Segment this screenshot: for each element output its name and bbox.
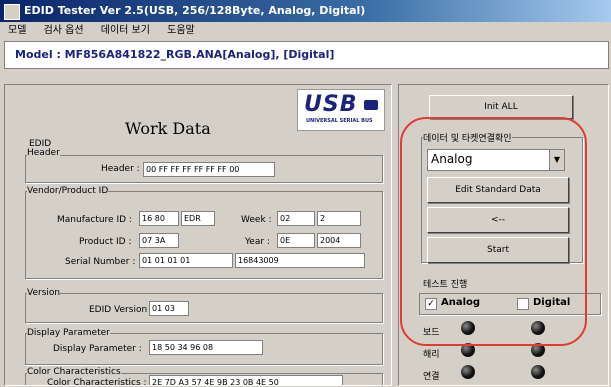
edid-version-field[interactable]: 01 03 <box>149 301 189 316</box>
week-label: Week : <box>241 215 272 225</box>
year-value-field[interactable]: 2004 <box>317 233 361 248</box>
display-group-title: Display Parameter <box>27 328 110 338</box>
usb-logo: USB UNIVERSAL SERIAL BUS <box>297 89 385 131</box>
annotation-highlight-oval <box>400 117 587 346</box>
app-icon <box>4 4 20 20</box>
header-group-title: Header <box>27 148 60 158</box>
usb-logo-subtitle: UNIVERSAL SERIAL BUS <box>306 118 373 124</box>
manufacture-id-hex-field[interactable]: 16 80 <box>139 211 179 226</box>
year-label: Year : <box>245 237 270 247</box>
serial-number-label: Serial Number : <box>65 257 136 267</box>
work-data-title: Work Data <box>125 119 211 138</box>
vendor-group-title: Vendor/Product ID <box>27 186 109 196</box>
digital-status-led-3 <box>531 365 545 379</box>
product-id-field[interactable]: 07 3A <box>139 233 179 248</box>
init-all-button[interactable]: Init ALL <box>429 95 573 119</box>
status-row-label-2: 해리 <box>423 350 440 360</box>
product-id-label: Product ID : <box>79 237 132 247</box>
week-value-field[interactable]: 2 <box>317 211 361 226</box>
display-parameter-field[interactable]: 18 50 34 96 08 <box>149 340 263 355</box>
analog-status-led-3 <box>461 365 475 379</box>
manufacture-id-label: Manufacture ID : <box>57 215 132 225</box>
serial-value-field[interactable]: 16843009 <box>235 253 365 268</box>
header-label: Header : <box>101 164 140 174</box>
serial-hex-field[interactable]: 01 01 01 01 <box>139 253 233 268</box>
usb-plug-icon <box>364 100 378 110</box>
version-group <box>25 293 383 323</box>
color-characteristics-field[interactable]: 2E 7D A3 57 4E 9B 23 0B 4E 50 <box>149 375 343 385</box>
status-row-label-3: 연결 <box>423 372 440 382</box>
menu-item-help[interactable]: 도움말 <box>167 25 195 36</box>
menu-item-data-view[interactable]: 데이터 보기 <box>101 25 150 36</box>
display-parameter-label: Display Parameter : <box>53 344 142 354</box>
title-bar: EDID Tester Ver 2.5(USB, 256/128Byte, An… <box>0 0 611 22</box>
header-field[interactable]: 00 FF FF FF FF FF FF 00 <box>143 162 275 177</box>
menu-bar: 모델 검사 옵션 데이터 보기 도움말 <box>0 22 611 40</box>
model-text: Model : MF856A841822_RGB.ANA[Analog], [D… <box>15 48 335 61</box>
window-title: EDID Tester Ver 2.5(USB, 256/128Byte, An… <box>24 4 366 17</box>
color-group-title: Color Characteristics <box>27 367 121 377</box>
manufacture-id-code-field[interactable]: EDR <box>181 211 215 226</box>
work-data-panel: Work Data USB UNIVERSAL SERIAL BUS EDID … <box>4 84 392 386</box>
year-hex-field[interactable]: 0E <box>277 233 315 248</box>
edid-version-label: EDID Version : <box>89 305 154 315</box>
usb-logo-text: USB <box>304 92 358 117</box>
menu-item-model[interactable]: 모델 <box>8 25 26 36</box>
version-group-title: Version <box>27 288 61 298</box>
menu-item-test-options[interactable]: 검사 옵션 <box>44 25 84 36</box>
color-characteristics-label: Color Characteristics : <box>47 378 147 386</box>
week-hex-field[interactable]: 02 <box>277 211 315 226</box>
model-bar: Model : MF856A841822_RGB.ANA[Analog], [D… <box>4 41 609 69</box>
